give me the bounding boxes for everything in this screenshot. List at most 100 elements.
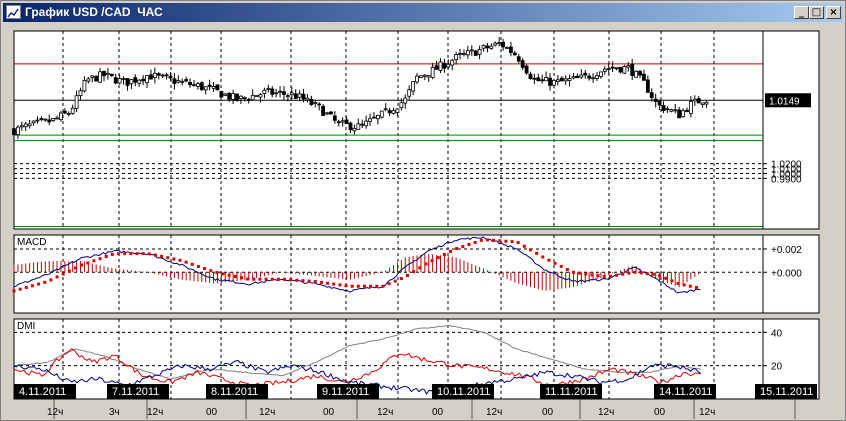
candle-body	[501, 41, 505, 48]
time-label: 12ч	[259, 407, 275, 418]
signal-dot	[153, 253, 157, 257]
candle-body	[266, 88, 271, 90]
candle-body	[469, 49, 474, 52]
signal-dot	[233, 274, 237, 278]
candle-body	[602, 68, 607, 72]
candle-body	[375, 114, 380, 120]
candle-body	[704, 101, 709, 105]
candle-body	[653, 98, 658, 102]
candle-body	[109, 73, 114, 77]
signal-dot	[135, 252, 139, 256]
signal-dot	[387, 282, 391, 286]
time-label: 3ч	[109, 407, 120, 418]
candle-body	[509, 46, 513, 53]
candle-body	[391, 110, 396, 114]
signal-dot	[455, 247, 459, 251]
signal-dot	[670, 279, 674, 283]
candle-body	[642, 73, 646, 81]
candle-body	[669, 109, 674, 112]
candle-body	[446, 63, 451, 68]
signal-dot	[406, 274, 410, 278]
signal-dot	[424, 262, 428, 266]
candle-body	[90, 75, 95, 78]
y-tick-label: 0.9900	[771, 174, 802, 185]
candle-body	[614, 67, 619, 70]
signal-dot	[461, 245, 465, 249]
time-label: 00	[323, 407, 335, 418]
chart-canvas[interactable]: 1.02001.01001.00000.99001.0149 +0.002+0.…	[1, 23, 846, 421]
candle-body	[199, 82, 204, 91]
signal-dot	[485, 238, 489, 242]
signal-dot	[621, 272, 625, 276]
candle-body	[211, 85, 216, 89]
price-panel[interactable]: 1.02001.01001.00000.99001.0149	[12, 30, 820, 230]
signal-dot	[528, 248, 532, 252]
signal-dot	[43, 280, 47, 284]
candle-body	[51, 117, 56, 121]
maximize-icon: □	[811, 7, 822, 18]
candle-body	[685, 109, 689, 112]
candle-body	[516, 56, 521, 62]
candle-body	[677, 109, 682, 119]
signal-dot	[694, 286, 698, 290]
candle-body	[579, 74, 584, 78]
candle-body	[231, 93, 236, 100]
signal-dot	[596, 274, 600, 278]
candle-body	[215, 84, 220, 91]
candle-body	[450, 59, 455, 66]
signal-dot	[541, 255, 545, 259]
candle-body	[692, 98, 697, 102]
signal-dot	[326, 281, 330, 285]
candle-body	[270, 88, 275, 95]
signal-dot	[658, 274, 662, 278]
candle-body	[141, 78, 146, 82]
candle-body	[688, 101, 693, 114]
candle-body	[532, 77, 537, 80]
candle-body	[239, 95, 243, 100]
candle-body	[207, 84, 212, 87]
candle-body	[563, 78, 568, 82]
candle-body	[622, 65, 627, 74]
candle-body	[192, 84, 196, 86]
signal-dot	[73, 266, 77, 270]
y-tick-label: +0.002	[771, 245, 802, 256]
candle-body	[645, 79, 650, 93]
price-axis	[762, 30, 820, 230]
signal-dot	[381, 284, 385, 288]
candle-body	[78, 90, 83, 97]
macd-panel[interactable]: +0.002 +0.000 MACD	[12, 234, 820, 314]
signal-dot	[664, 276, 668, 280]
candle-body	[356, 123, 361, 130]
minimize-button[interactable]: _	[794, 6, 809, 19]
candle-body	[160, 74, 165, 77]
signal-dot	[553, 261, 557, 265]
macd-label: MACD	[17, 237, 46, 248]
candle-body	[415, 75, 419, 83]
time-label: 12ч	[147, 407, 163, 418]
close-button[interactable]: ×	[826, 6, 841, 19]
candle-body	[407, 89, 412, 97]
date-label: 10.11.2011	[437, 386, 490, 398]
signal-dot	[633, 270, 637, 274]
candle-body	[125, 78, 130, 86]
candle-body	[195, 83, 200, 87]
date-label: 8.11.2011	[211, 386, 258, 398]
candle-body	[62, 110, 67, 114]
candle-body	[599, 71, 603, 77]
candle-body	[86, 78, 91, 82]
candle-body	[548, 77, 552, 86]
maximize-button[interactable]: □	[809, 6, 824, 19]
signal-dot	[572, 270, 576, 274]
signal-dot	[289, 278, 293, 282]
signal-dot	[688, 284, 692, 288]
candle-body	[372, 116, 376, 119]
date-label: 15.11.2011	[760, 386, 813, 398]
time-label: 00	[542, 407, 554, 418]
signal-dot	[473, 240, 477, 244]
candle-body	[317, 103, 322, 106]
signal-dot	[190, 262, 194, 266]
signal-dot	[123, 252, 127, 256]
candle-body	[329, 111, 333, 115]
title-bar[interactable]: График USD /CAD ЧАС _ □ ×	[3, 3, 843, 22]
candle-body	[434, 65, 439, 70]
